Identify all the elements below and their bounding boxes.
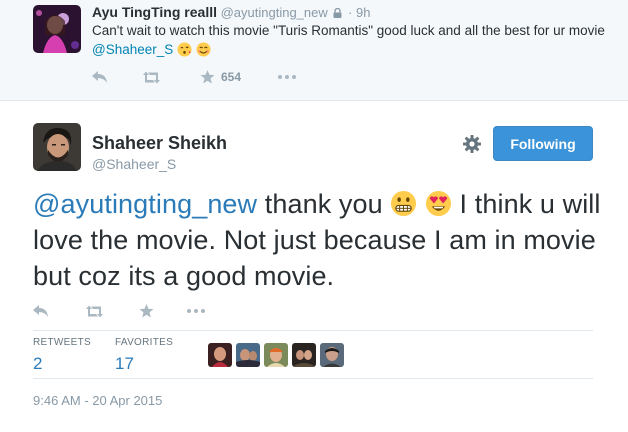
favorite-action[interactable]: 654 [200,70,278,84]
favorites-stat[interactable]: FAVORITES 17 [115,337,173,374]
retweets-label: RETWEETS [33,337,91,348]
parent-text-body: Can't wait to watch this movie "Turis Ro… [92,23,605,38]
more-icon[interactable] [187,309,205,313]
parent-header: Ayu TingTing realll @ayutingting_new · 9… [92,4,370,20]
kiss-emoji [177,42,192,57]
tweet-actions [33,300,205,322]
favoriter-avatar[interactable] [320,343,344,367]
tweet-timestamp[interactable]: 9:46 AM - 20 Apr 2015 [33,393,162,408]
heart-eyes-emoji [425,190,451,217]
retweet-icon[interactable] [142,71,200,84]
favoriter-avatar[interactable] [236,343,260,367]
tweet-text-part1: thank you [257,189,391,219]
favorite-icon[interactable] [139,304,187,318]
favoriter-avatar[interactable] [208,343,232,367]
following-button[interactable]: Following [493,126,593,161]
favorite-icon [200,70,215,84]
parent-mention-link[interactable]: @Shaheer_S [92,42,173,57]
author-name[interactable]: Shaheer Sheikh [92,133,227,154]
lock-icon [333,8,342,18]
reply-icon[interactable] [33,304,85,318]
parent-avatar[interactable] [33,5,81,53]
gear-icon[interactable] [462,134,482,154]
parent-tweet-text: Can't wait to watch this movie "Turis Ro… [92,21,612,59]
parent-author-handle[interactable]: @ayutingting_new [221,5,328,20]
retweets-count: 2 [33,354,43,373]
retweets-stat[interactable]: RETWEETS 2 [33,337,95,374]
favoriters-avatars [208,343,348,367]
stats-divider-bottom [33,378,593,379]
tweet-stats: RETWEETS 2 FAVORITES 17 [33,337,193,374]
author-avatar[interactable] [33,123,81,171]
retweet-icon[interactable] [85,305,139,318]
more-icon[interactable] [278,75,296,79]
mention-link[interactable]: @ayutingting_new [33,189,257,219]
favoriter-avatar[interactable] [292,343,316,367]
favorite-count: 654 [221,70,242,84]
parent-time[interactable]: 9h [356,5,370,20]
tweet-text: @ayutingting_new thank you I think u wil… [33,186,603,294]
stats-divider-top [33,330,593,331]
reply-icon[interactable] [92,70,142,84]
favorites-label: FAVORITES [115,337,174,348]
parent-actions: 654 [92,66,296,88]
header-separator: · [348,5,353,20]
favoriter-avatar[interactable] [264,343,288,367]
grimace-emoji [391,190,417,217]
author-handle[interactable]: @Shaheer_S [92,156,176,172]
parent-author-name[interactable]: Ayu TingTing realll [92,4,217,20]
smile-emoji [196,42,211,57]
parent-tweet[interactable]: Ayu TingTing realll @ayutingting_new · 9… [0,0,628,101]
favorites-count: 17 [115,354,134,373]
